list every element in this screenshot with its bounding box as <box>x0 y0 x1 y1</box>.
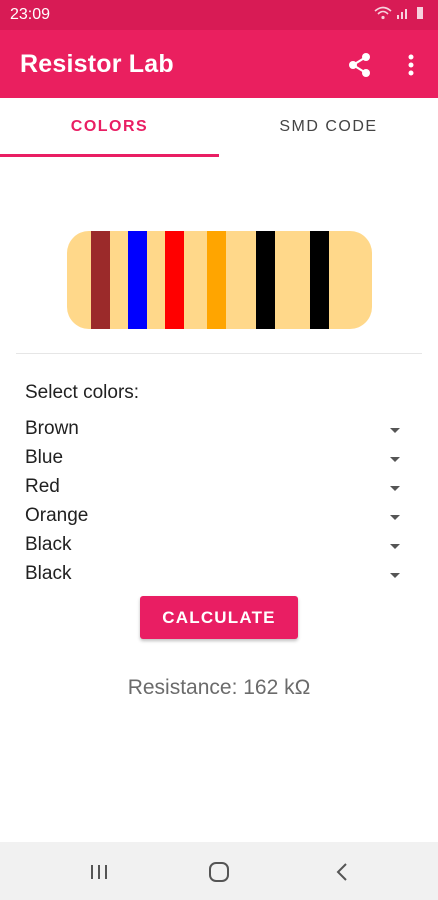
dropdown-arrow-icon <box>390 428 400 433</box>
band-5-select[interactable]: Black <box>25 532 405 560</box>
band-6-value: Black <box>25 563 72 584</box>
dropdown-arrow-icon <box>390 486 400 491</box>
band-1-select[interactable]: Brown <box>25 416 405 444</box>
status-bar: 23:09 <box>0 0 438 30</box>
app-title: Resistor Lab <box>20 50 174 78</box>
more-vert-icon <box>408 54 414 76</box>
band-6 <box>310 231 329 329</box>
signal-icon <box>397 9 407 19</box>
band-4-value: Orange <box>25 505 89 526</box>
band-3-value: Red <box>25 476 60 497</box>
recents-icon <box>91 865 107 879</box>
calculate-button[interactable]: CALCULATE <box>140 596 298 639</box>
band-4 <box>207 231 226 329</box>
status-time: 23:09 <box>10 6 51 23</box>
band-5 <box>256 231 275 329</box>
band-2-select[interactable]: Blue <box>25 445 405 473</box>
dropdown-arrow-icon <box>390 544 400 549</box>
wifi-icon <box>374 6 392 20</box>
status-icons <box>374 6 424 20</box>
resistor-graphic <box>67 231 372 329</box>
home-button[interactable] <box>204 859 234 885</box>
band-2 <box>128 231 147 329</box>
dropdown-arrow-icon <box>390 457 400 462</box>
home-icon <box>209 862 229 882</box>
band-1-value: Brown <box>25 418 79 439</box>
band-3 <box>165 231 184 329</box>
dropdown-arrow-icon <box>390 515 400 520</box>
select-colors-label: Select colors: <box>25 382 140 403</box>
share-icon <box>349 53 370 77</box>
band-2-value: Blue <box>25 447 64 468</box>
band-6-select[interactable]: Black <box>25 561 405 589</box>
back-button[interactable] <box>328 859 358 885</box>
band-1 <box>91 231 110 329</box>
app-bar: Resistor Lab <box>0 30 438 98</box>
tab-smd-code[interactable]: SMD CODE <box>219 98 438 156</box>
resistance-result: Resistance: 162 kΩ <box>127 676 311 699</box>
band-5-value: Black <box>25 534 72 555</box>
tab-colors[interactable]: COLORS <box>0 98 219 156</box>
recents-button[interactable] <box>84 859 114 885</box>
share-button[interactable] <box>345 50 375 80</box>
back-icon <box>336 863 347 881</box>
tab-bar: COLORS SMD CODE <box>0 98 438 156</box>
more-options-button[interactable] <box>400 50 422 80</box>
band-4-select[interactable]: Orange <box>25 503 405 531</box>
battery-icon <box>417 7 423 19</box>
tab-indicator <box>0 154 219 157</box>
dropdown-arrow-icon <box>390 573 400 578</box>
system-nav-bar <box>0 842 438 900</box>
band-3-select[interactable]: Red <box>25 474 405 502</box>
divider <box>16 353 422 354</box>
